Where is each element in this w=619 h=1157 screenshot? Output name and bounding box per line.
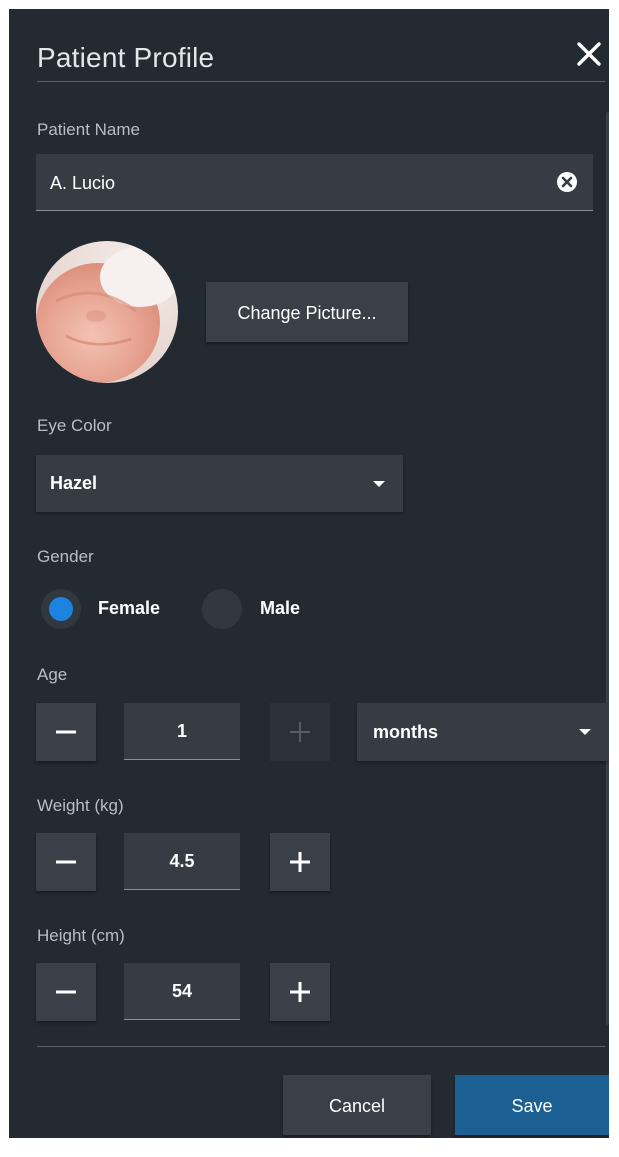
age-unit-select[interactable]: months — [357, 703, 609, 761]
cancel-button[interactable]: Cancel — [283, 1075, 431, 1135]
age-label: Age — [37, 665, 68, 684]
clear-circle-icon — [557, 172, 577, 192]
height-label: Height (cm) — [37, 926, 125, 945]
gender-label: Gender — [37, 547, 94, 566]
change-picture-button[interactable]: Change Picture... — [206, 282, 408, 342]
chevron-down-icon — [373, 481, 385, 487]
gender-female-radio[interactable] — [41, 589, 81, 629]
height-decrement-button[interactable] — [36, 963, 96, 1021]
eye-color-label: Eye Color — [37, 416, 112, 435]
height-input[interactable]: 54 — [124, 963, 240, 1020]
scrollbar[interactable] — [606, 112, 609, 1025]
plus-icon — [290, 852, 310, 872]
close-button[interactable] — [572, 37, 606, 71]
weight-input[interactable]: 4.5 — [124, 833, 240, 890]
minus-icon — [56, 990, 76, 994]
minus-icon — [56, 730, 76, 734]
save-button[interactable]: Save — [455, 1075, 609, 1135]
height-increment-button[interactable] — [270, 963, 330, 1021]
weight-increment-button[interactable] — [270, 833, 330, 891]
weight-label: Weight (kg) — [37, 796, 124, 815]
patient-name-field — [36, 154, 593, 212]
weight-decrement-button[interactable] — [36, 833, 96, 891]
age-decrement-button[interactable] — [36, 703, 96, 761]
footer-divider — [37, 1046, 605, 1047]
eye-color-select[interactable]: Hazel — [36, 455, 403, 512]
gender-female-label: Female — [98, 598, 161, 618]
age-unit-value: months — [373, 722, 438, 742]
clear-name-button[interactable] — [555, 170, 579, 194]
close-icon — [577, 42, 601, 66]
age-increment-button[interactable] — [270, 703, 330, 761]
dialog-title: Patient Profile — [37, 42, 215, 73]
chevron-down-icon — [579, 729, 591, 735]
patient-name-input[interactable] — [48, 154, 552, 212]
eye-color-value: Hazel — [50, 473, 98, 493]
minus-icon — [56, 860, 76, 864]
gender-male-radio[interactable] — [202, 589, 242, 629]
patient-profile-dialog: Patient Profile Patient Name A. Lucio Ch… — [9, 9, 609, 1138]
patient-avatar — [36, 241, 178, 383]
plus-icon — [290, 982, 310, 1002]
patient-name-label: Patient Name — [37, 120, 140, 139]
plus-icon — [290, 722, 310, 742]
gender-male-label: Male — [260, 598, 301, 618]
header-divider — [37, 81, 605, 82]
age-input[interactable]: 1 — [124, 703, 240, 760]
